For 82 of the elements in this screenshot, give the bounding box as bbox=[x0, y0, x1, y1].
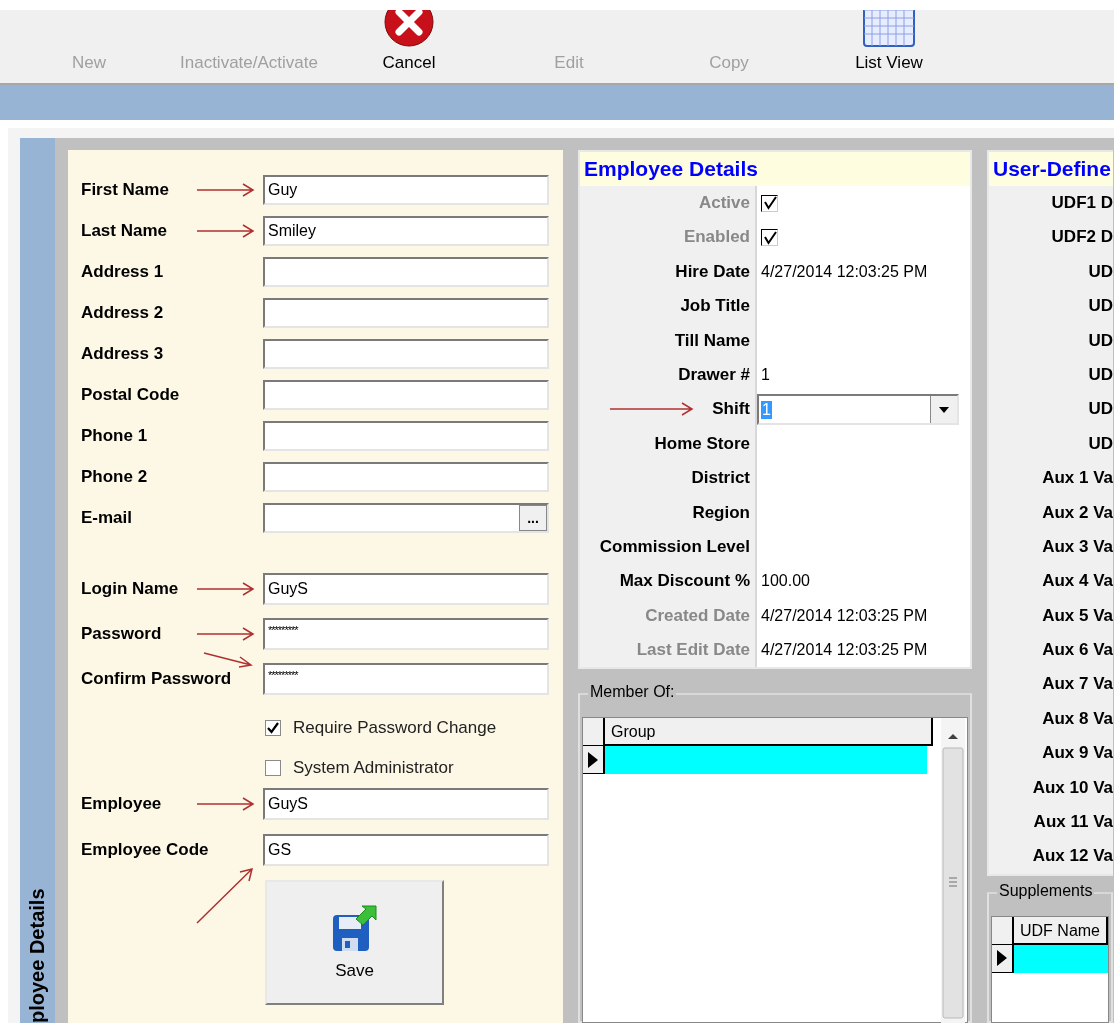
column-header[interactable]: Group bbox=[605, 718, 933, 747]
column-header[interactable]: UDF Name bbox=[1014, 916, 1108, 945]
property-label: Aux 6 Va bbox=[1042, 639, 1113, 662]
scrollbar[interactable] bbox=[941, 718, 965, 1023]
field-label: Employee bbox=[81, 794, 162, 814]
field-label: Postal Code bbox=[81, 385, 180, 405]
field-label: Employee Code bbox=[81, 840, 209, 860]
toolbar-button[interactable]: List View bbox=[851, 53, 927, 73]
group-title: Supplements bbox=[997, 881, 1095, 900]
annotation-arrow bbox=[203, 652, 253, 668]
property-label: UD bbox=[1088, 329, 1113, 352]
property-value: 100.00 bbox=[761, 572, 810, 591]
property-label: Aux 1 Va bbox=[1042, 467, 1113, 490]
text-field[interactable]: GS bbox=[263, 834, 549, 866]
property-label: Aux 4 Va bbox=[1042, 570, 1113, 593]
property-label: Aux 11 Va bbox=[1033, 811, 1113, 834]
side-tab[interactable]: ployee Details bbox=[20, 138, 55, 1023]
property-label: UD bbox=[1088, 260, 1113, 283]
property-label: UD bbox=[1088, 432, 1113, 455]
text-field[interactable]: ********* bbox=[263, 663, 549, 695]
text-field[interactable] bbox=[263, 380, 549, 410]
close-icon bbox=[384, 10, 434, 47]
field-label: Login Name bbox=[81, 579, 179, 599]
panel-title: User-Define bbox=[989, 152, 1113, 186]
property-label: UD bbox=[1088, 363, 1113, 386]
property-label: UD bbox=[1088, 398, 1113, 421]
property-value: 4/27/2014 12:03:25 PM bbox=[761, 262, 928, 281]
floppy-disk-icon bbox=[331, 904, 378, 953]
text-field[interactable]: Guy bbox=[263, 175, 549, 205]
property-label: Aux 5 Va bbox=[1042, 604, 1113, 627]
browse-button[interactable]: ... bbox=[519, 505, 547, 531]
field-label: Address 1 bbox=[81, 262, 164, 282]
text-field[interactable] bbox=[263, 339, 549, 369]
property-label: UDF1 D bbox=[1051, 192, 1113, 214]
text-field[interactable] bbox=[263, 462, 549, 492]
property-label: Aux 8 Va bbox=[1042, 707, 1113, 730]
row-pointer-icon bbox=[588, 751, 598, 768]
annotation-arrow bbox=[197, 797, 255, 811]
property-label: Aux 12 Va bbox=[1032, 845, 1113, 868]
annotation-arrow bbox=[197, 183, 255, 197]
field-label: E-mail bbox=[81, 508, 133, 528]
property-label: Aux 9 Va bbox=[1042, 742, 1113, 765]
field-label: Password bbox=[81, 624, 162, 644]
property-label: Aux 7 Va bbox=[1042, 673, 1113, 696]
checkbox-label: System Administrator bbox=[293, 758, 454, 778]
field-label: Address 3 bbox=[81, 344, 164, 364]
property-value: 1 bbox=[761, 366, 770, 385]
property-value: 4/27/2014 12:03:25 PM bbox=[761, 641, 928, 660]
checkbox[interactable] bbox=[265, 720, 281, 736]
panel-title: Employee Details bbox=[580, 152, 970, 186]
text-field[interactable] bbox=[263, 421, 549, 451]
toolbar-button[interactable]: Cancel bbox=[378, 53, 440, 73]
text-field[interactable]: GuyS bbox=[263, 788, 549, 820]
property-value: 4/27/2014 12:03:25 PM bbox=[761, 606, 928, 625]
annotation-arrow bbox=[197, 582, 255, 596]
field-label: Phone 1 bbox=[81, 426, 148, 446]
text-field[interactable]: Smiley bbox=[263, 216, 549, 246]
grid-row[interactable] bbox=[1014, 944, 1108, 973]
checkbox[interactable] bbox=[265, 760, 281, 776]
field-label: Confirm Password bbox=[81, 669, 232, 689]
property-label: Aux 2 Va bbox=[1042, 501, 1113, 524]
text-field[interactable] bbox=[263, 257, 549, 287]
annotation-arrow bbox=[197, 627, 255, 641]
property-label: Aux 3 Va bbox=[1042, 535, 1113, 558]
save-button[interactable]: Save bbox=[265, 880, 444, 1005]
grid-icon bbox=[863, 10, 915, 47]
annotation-arrow bbox=[197, 224, 255, 238]
field-label: First Name bbox=[81, 180, 169, 200]
field-label: Address 2 bbox=[81, 303, 164, 323]
annotation-arrow bbox=[196, 868, 254, 924]
field-label: Last Name bbox=[81, 221, 167, 241]
row-pointer-icon bbox=[997, 950, 1007, 967]
field-label: Phone 2 bbox=[81, 467, 148, 487]
property-label: Aux 10 Va bbox=[1032, 776, 1113, 799]
text-field[interactable]: ********* bbox=[263, 618, 549, 650]
property-label: UD bbox=[1088, 295, 1113, 318]
text-field[interactable]: ... bbox=[263, 503, 549, 533]
caret-icon bbox=[939, 406, 949, 413]
text-field[interactable]: GuyS bbox=[263, 573, 549, 605]
checkbox-label: Require Password Change bbox=[293, 718, 497, 738]
property-label: UDF2 D bbox=[1051, 226, 1113, 249]
text-field[interactable] bbox=[263, 298, 549, 328]
